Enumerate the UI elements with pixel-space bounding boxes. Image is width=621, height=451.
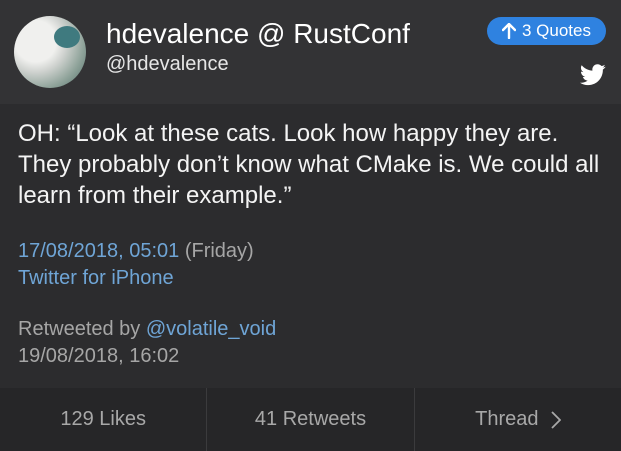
avatar-spot (54, 26, 80, 48)
avatar[interactable] (14, 16, 86, 88)
display-name[interactable]: hdevalence @ RustConf (106, 18, 410, 50)
retweeter-handle[interactable]: @volatile_void (146, 318, 276, 340)
likes-button[interactable]: 129 Likes (0, 388, 208, 451)
tweet-date-row: 17/08/2018, 05:01 (Friday) (18, 240, 254, 263)
retweet-date: 19/08/2018, 16:02 (18, 345, 180, 367)
twitter-bird-icon[interactable] (580, 64, 606, 86)
arrow-up-icon (502, 23, 516, 39)
user-handle[interactable]: @hdevalence (106, 53, 229, 76)
thread-label: Thread (475, 408, 539, 430)
tweet-weekday: (Friday) (184, 240, 254, 262)
retweeted-by-label: Retweeted by (18, 318, 141, 340)
tweet-text: OH: “Look at these cats. Look how happy … (18, 120, 600, 209)
tweet-date[interactable]: 17/08/2018, 05:01 (18, 240, 179, 262)
likes-label: 129 Likes (60, 408, 146, 430)
retweets-label: 41 Retweets (254, 408, 367, 430)
tweet-header: hdevalence @ RustConf @hdevalence 3 Quot… (0, 0, 621, 104)
quotes-label: 3 Quotes (522, 21, 591, 40)
tweet-source[interactable]: Twitter for iPhone (18, 267, 174, 290)
retweets-button[interactable]: 41 Retweets (207, 388, 415, 451)
action-bar: 129 Likes 41 Retweets Thread (0, 388, 621, 451)
retweet-row: Retweeted by @volatile_void (18, 318, 276, 341)
thread-button[interactable]: Thread (415, 388, 621, 451)
chevron-right-icon (550, 410, 561, 429)
quotes-button[interactable]: 3 Quotes (487, 17, 606, 45)
